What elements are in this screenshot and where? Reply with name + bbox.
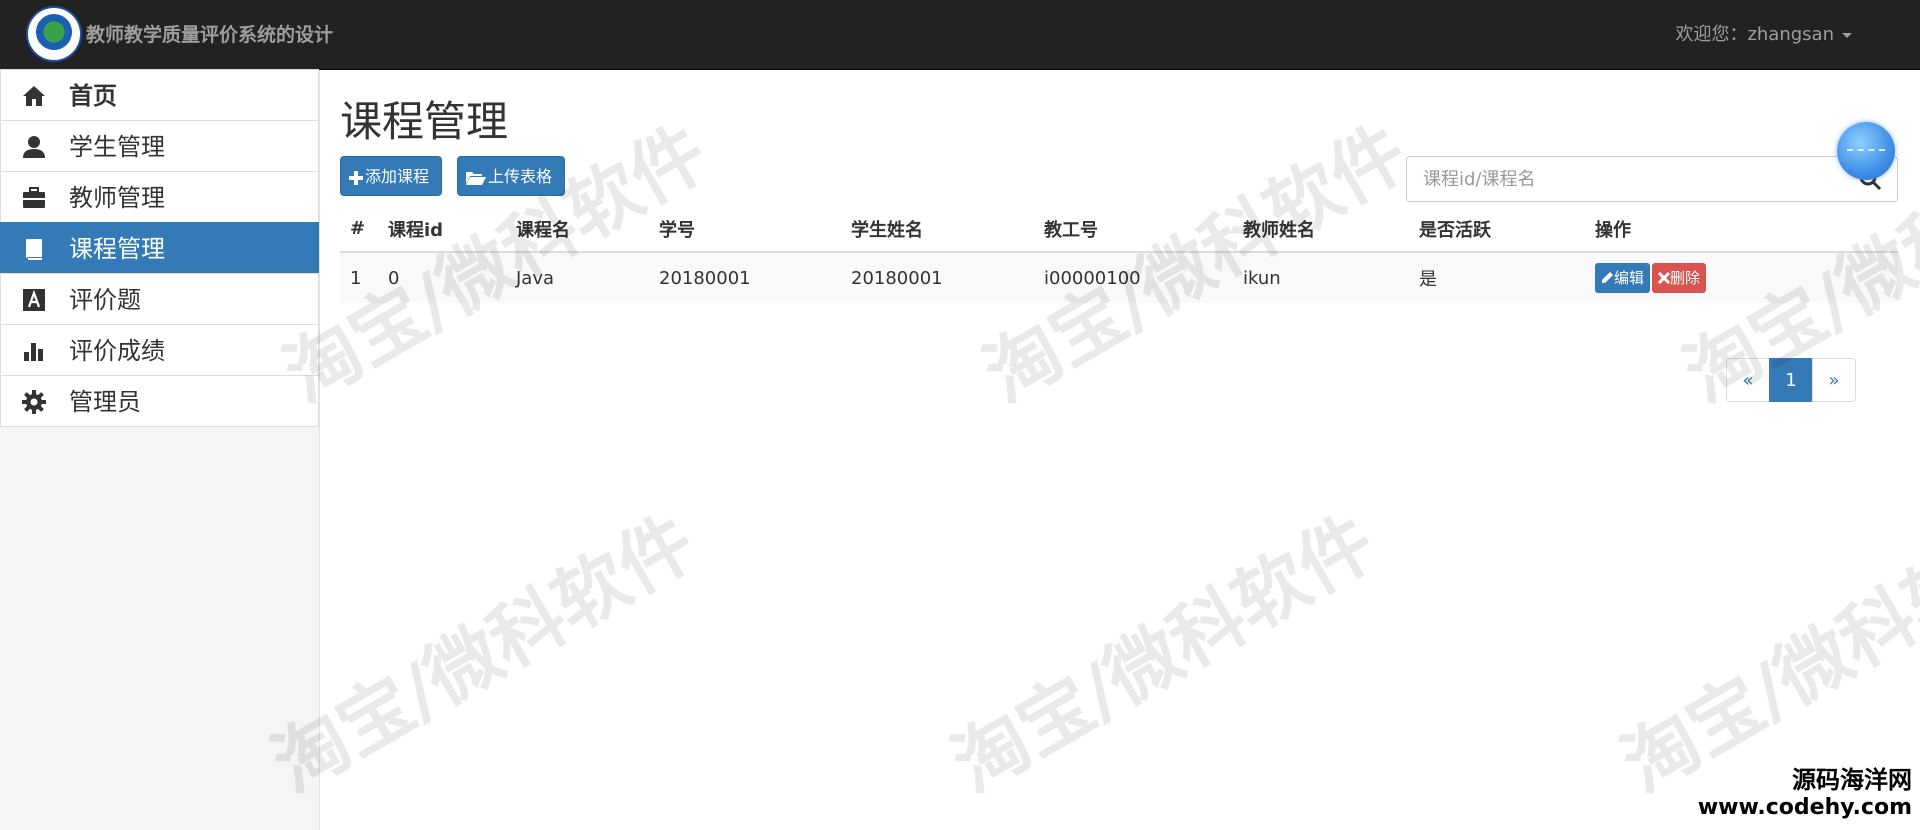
pagination-prev[interactable]: « xyxy=(1726,358,1770,402)
sidebar-item-label: 管理员 xyxy=(69,388,141,416)
user-greeting: 欢迎您：zhangsan xyxy=(1675,24,1834,45)
user-icon xyxy=(23,136,45,158)
table-header-row: # 课程id 课程名 学号 学生姓名 教工号 教师姓名 是否活跃 操作 xyxy=(340,206,1898,253)
pencil-icon xyxy=(1602,272,1613,283)
sidebar-item-label: 课程管理 xyxy=(69,235,165,263)
sidebar-item-scores[interactable]: 评价成绩 xyxy=(0,324,319,376)
cell-actions: 编辑 删除 xyxy=(1585,251,1898,303)
edit-label: 编辑 xyxy=(1614,269,1645,287)
search-input[interactable] xyxy=(1406,156,1846,202)
sidebar-item-label: 评价题 xyxy=(69,286,141,314)
sidebar-item-courses[interactable]: 课程管理 xyxy=(0,222,319,274)
column-header: 教师姓名 xyxy=(1233,206,1409,253)
cog-icon xyxy=(22,390,46,414)
cell-course-name: Java xyxy=(506,251,649,303)
home-icon xyxy=(23,86,45,106)
course-table: # 课程id 课程名 学号 学生姓名 教工号 教师姓名 是否活跃 操作 1 0 … xyxy=(340,206,1898,303)
sidebar-item-teachers[interactable]: 教师管理 xyxy=(0,171,319,223)
stats-icon xyxy=(24,343,43,361)
page-title: 课程管理 xyxy=(340,97,509,146)
user-menu[interactable]: 欢迎您：zhangsan xyxy=(1675,0,1852,70)
sidebar-item-admins[interactable]: 管理员 xyxy=(0,375,319,427)
delete-button[interactable]: 删除 xyxy=(1652,263,1707,293)
plus-icon xyxy=(349,170,363,185)
cell-student-id: 20180001 xyxy=(649,251,841,303)
column-header: 学号 xyxy=(649,206,841,253)
book-icon xyxy=(26,239,42,260)
upload-sheet-button[interactable]: 上传表格 xyxy=(457,156,566,196)
sidebar-item-home[interactable]: 首页 xyxy=(0,69,319,121)
sidebar-item-label: 首页 xyxy=(69,82,117,110)
column-header: 教工号 xyxy=(1034,206,1233,253)
sidebar-item-label: 教师管理 xyxy=(69,184,165,212)
sidebar-item-students[interactable]: 学生管理 xyxy=(0,120,319,172)
add-course-label: 添加课程 xyxy=(365,167,430,186)
corner-watermark: 源码海洋网 www.codehy.com xyxy=(1698,766,1912,822)
corner-site-url: www.codehy.com xyxy=(1697,795,1912,820)
cell-active: 是 xyxy=(1409,251,1585,303)
column-header: 是否活跃 xyxy=(1409,206,1585,253)
table-row: 1 0 Java 20180001 20180001 i00000100 iku… xyxy=(340,251,1898,303)
column-header: 课程id xyxy=(378,206,506,253)
font-icon xyxy=(23,289,45,311)
add-course-button[interactable]: 添加课程 xyxy=(340,156,443,196)
column-header: 课程名 xyxy=(506,206,649,253)
upload-sheet-label: 上传表格 xyxy=(488,167,553,186)
cell-index: 1 xyxy=(340,251,378,303)
cell-teacher-id: i00000100 xyxy=(1034,251,1233,303)
main-content: 课程管理 添加课程 上传表格 # 课程id 课程名 学号 学生姓名 教工号 教师… xyxy=(340,70,1900,830)
cell-course-id: 0 xyxy=(378,251,506,303)
sidebar-item-label: 学生管理 xyxy=(69,133,165,161)
column-header: # xyxy=(340,206,378,253)
edit-button[interactable]: 编辑 xyxy=(1595,263,1651,293)
top-navbar: 教师教学质量评价系统的设计 欢迎您：zhangsan xyxy=(0,0,1920,70)
sidebar: 首页 学生管理 教师管理 课程管理 评价题 评价成绩 管理员 xyxy=(0,69,320,830)
pagination-next[interactable]: » xyxy=(1812,358,1856,402)
corner-site-name: 源码海洋网 xyxy=(1792,766,1912,794)
sidebar-item-questions[interactable]: 评价题 xyxy=(0,273,319,325)
cell-teacher-name: ikun xyxy=(1233,251,1409,303)
sidebar-item-label: 评价成绩 xyxy=(69,337,165,365)
column-header: 学生姓名 xyxy=(841,206,1034,253)
pagination-page-1[interactable]: 1 xyxy=(1769,358,1813,402)
column-header: 操作 xyxy=(1585,206,1898,253)
floating-assistant-icon[interactable] xyxy=(1837,122,1895,180)
cell-student-name: 20180001 xyxy=(841,251,1034,303)
delete-label: 删除 xyxy=(1670,269,1701,287)
app-title[interactable]: 教师教学质量评价系统的设计 xyxy=(86,0,333,70)
caret-down-icon xyxy=(1842,32,1852,38)
remove-icon xyxy=(1657,271,1671,285)
school-logo xyxy=(26,6,82,62)
folder-open-icon xyxy=(466,171,486,185)
briefcase-icon xyxy=(23,187,45,208)
pagination: « 1 » xyxy=(1726,358,1856,402)
